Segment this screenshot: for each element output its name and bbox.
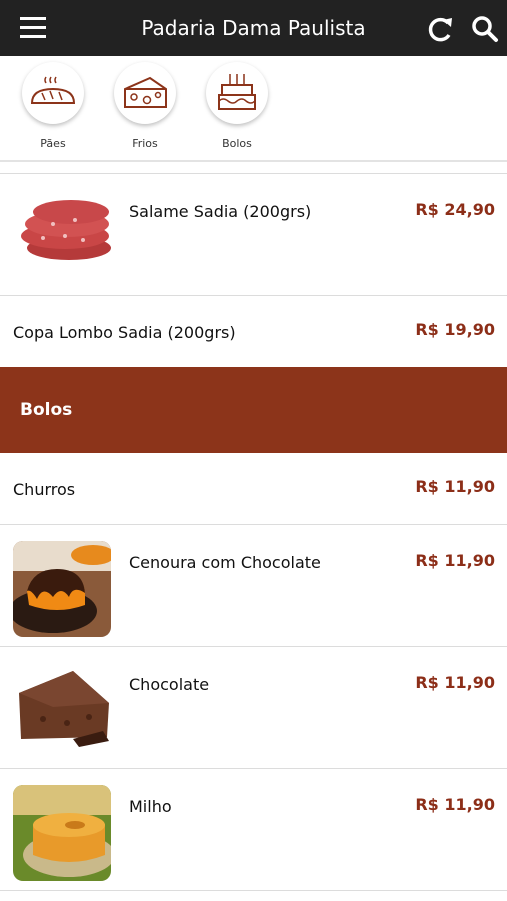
product-row[interactable]: Chocolate R$ 11,90 [0,646,507,768]
product-name: Cenoura com Chocolate [129,553,321,572]
product-name: Milho [129,797,172,816]
product-image-carrot-cake [13,541,111,637]
product-row[interactable]: Milho R$ 11,90 [0,768,507,890]
bread-icon [22,62,84,124]
product-row[interactable]: Salame Sadia (200grs) R$ 24,90 [0,173,507,295]
product-row[interactable]: Churros R$ 11,90 [0,453,507,524]
app-header: Padaria Dama Paulista [0,0,507,56]
product-price: R$ 11,90 [415,673,495,692]
product-list: Salame Sadia (200grs) R$ 24,90 Copa Lomb… [0,173,507,901]
product-image-chocolate-cake [13,663,111,759]
refresh-icon[interactable] [424,14,456,44]
category-label: Bolos [222,137,252,150]
category-bolos[interactable]: Bolos [197,62,277,154]
category-label: Frios [132,137,158,150]
product-name: Chocolate [129,675,210,694]
product-price: R$ 24,90 [415,200,495,219]
product-price: R$ 11,90 [415,795,495,814]
product-row[interactable]: Cenoura com Chocolate R$ 11,90 [0,524,507,646]
search-icon[interactable] [470,14,500,44]
category-frios[interactable]: Frios [105,62,185,154]
cheese-icon [114,62,176,124]
product-name: Salame Sadia (200grs) [129,202,312,221]
category-paes[interactable]: Pães [13,62,93,154]
product-name: Copa Lombo Sadia (200grs) [13,323,236,342]
cake-icon [206,62,268,124]
product-price: R$ 11,90 [415,551,495,570]
category-bar: Pães Frios Bolos [0,56,507,162]
product-name: Churros [13,480,76,499]
section-title: Bolos [20,400,73,420]
product-image-corn-cake [13,785,111,881]
category-label: Pães [40,137,66,150]
product-image-salami [13,190,111,286]
product-price: R$ 11,90 [415,477,495,496]
product-row[interactable]: Copa Lombo Sadia (200grs) R$ 19,90 [0,295,507,367]
product-price: R$ 19,90 [415,320,495,339]
list-divider [0,890,507,901]
section-header-bolos: Bolos [0,367,507,453]
